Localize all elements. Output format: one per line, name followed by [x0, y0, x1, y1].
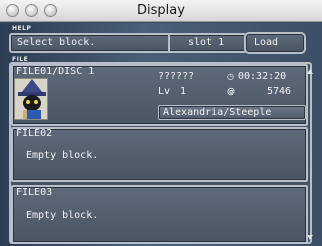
help-label: HELP — [12, 25, 32, 32]
level-value: 1 — [180, 86, 187, 97]
file-slot-1-title: FILE01/DISC 1 — [16, 66, 95, 77]
help-message: Select block. — [17, 37, 96, 48]
window-titlebar: Display — [0, 0, 322, 22]
load-button-label: Load — [254, 37, 279, 48]
file-scrollbar[interactable] — [307, 64, 314, 244]
help-divider — [168, 33, 170, 53]
location-name: Alexandria/Steeple — [163, 107, 272, 118]
window-title: Display — [137, 3, 185, 18]
gil-amount: 5746 — [267, 86, 292, 97]
slot-indicator[interactable]: slot 1 — [188, 37, 224, 49]
file-slot-2-title: FILE02 — [16, 128, 53, 139]
character-portrait — [14, 78, 48, 120]
gil-icon: @ — [227, 87, 235, 96]
clock-icon: ◷ — [227, 72, 234, 81]
file-slot-3-status: Empty block. — [26, 210, 99, 221]
file-slot-3-title: FILE03 — [16, 187, 53, 198]
play-time: 00:32:20 — [238, 71, 287, 82]
file-slot-2-status: Empty block. — [26, 150, 99, 161]
scroll-down-arrow-icon[interactable] — [307, 235, 313, 240]
character-name: ?????? — [158, 71, 195, 82]
level-label: Lv — [158, 86, 171, 97]
scroll-up-arrow-icon[interactable] — [307, 69, 313, 74]
